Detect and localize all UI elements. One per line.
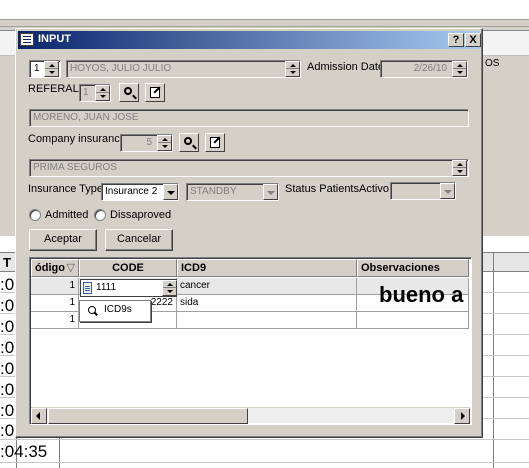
referral-doctor-field: MORENO, JUAN JOSE (29, 109, 469, 127)
background-time-cell: :0 (0, 275, 15, 294)
grid-cell-icd9[interactable]: cancer (177, 278, 357, 295)
code-cell-spinner[interactable] (162, 280, 177, 296)
background-time-cell: :0 (0, 421, 15, 440)
search-icon (124, 87, 132, 95)
background-time-cell: :0 (0, 296, 15, 315)
dialog-titlebar[interactable]: INPUT ? X (18, 31, 481, 49)
grid-header-icd9[interactable]: ICD9 (177, 259, 357, 277)
help-button[interactable]: ? (448, 33, 464, 47)
window-icon (20, 33, 34, 46)
company-insurance-label: Company insurance (28, 133, 126, 145)
search-icon (88, 306, 96, 314)
grid-header-observaciones[interactable]: Observaciones (357, 259, 469, 277)
admitted-radio[interactable] (29, 209, 41, 221)
insurance-type-label: Insurance Type (28, 183, 104, 195)
grid-header-codigo-label: ódigo (35, 262, 65, 274)
patient-name-field[interactable]: HOYOS, JULIO JULIO (66, 60, 301, 78)
code-cell-editor-value: 1111 (96, 282, 117, 293)
grid-cell-codigo[interactable]: 1 (31, 295, 79, 312)
accept-button[interactable]: Aceptar (29, 229, 97, 251)
patient-name-value: HOYOS, JULIO JULIO (70, 63, 172, 74)
icd9-lookup-popup[interactable]: ICD9s (79, 300, 151, 322)
admitted-radio-label[interactable]: Admitted (45, 209, 88, 221)
background-toolbar (0, 0, 529, 20)
referral-edit-button[interactable] (145, 83, 165, 102)
status-patients-value: Activo (359, 183, 389, 195)
referral-doctor-name: MORENO, JUAN JOSE (33, 112, 139, 123)
scroll-left-button[interactable] (31, 408, 47, 424)
background-time-cell: :0 (0, 380, 15, 399)
company-insurance-value: 5 (146, 137, 152, 148)
background-grid-column-line (493, 252, 494, 468)
standby-value: STANDBY (190, 186, 237, 197)
grid-cell-codigo[interactable]: 1 (31, 278, 79, 295)
dialog-title: INPUT (38, 33, 71, 45)
icd9-lookup-item[interactable]: ICD9s (104, 304, 132, 315)
background-time-cell: :0 (0, 401, 15, 420)
background-time-cell: :0 (0, 338, 15, 357)
company-name-spinner[interactable] (452, 160, 467, 176)
admission-date-value: 2/26/10 (413, 63, 447, 74)
observation-overflow-text: bueno a (379, 282, 464, 307)
standby-dropdown-button (263, 184, 278, 200)
background-time-cell: :04:35 (0, 442, 48, 461)
input-dialog: INPUT ? X 1 HOYOS, JULIO JULIO Admission… (15, 28, 483, 438)
edit-icon (210, 137, 220, 148)
company-name-field: PRIMA SEGUROS (29, 159, 469, 177)
admission-date-label: Admission Date (307, 61, 385, 73)
document-icon (83, 282, 92, 294)
scroll-thumb[interactable] (48, 408, 248, 424)
background-grid-row-line (0, 462, 529, 463)
insurance-type-dropdown-button[interactable] (163, 184, 178, 200)
close-button[interactable]: X (465, 33, 481, 47)
company-edit-button[interactable] (205, 133, 225, 152)
grid-header-codigo[interactable]: ódigo ▽ (31, 259, 79, 277)
disapproved-radio-label[interactable]: Dissaproved (110, 209, 171, 221)
insurance-type-selected: Insurance 2 (105, 186, 158, 197)
search-icon (184, 137, 192, 145)
scroll-right-button[interactable] (454, 408, 470, 424)
patient-name-spinner[interactable] (285, 61, 300, 77)
background-time-cell: :0 (0, 317, 15, 336)
status-patients-dropdown-button (440, 183, 455, 199)
company-search-button[interactable] (179, 133, 199, 152)
referral-search-button[interactable] (119, 83, 139, 102)
grid-header-code[interactable]: CODE (79, 259, 177, 277)
grid-horizontal-scrollbar[interactable] (31, 407, 470, 424)
status-patients-label: Status Patients (285, 183, 359, 195)
sort-filter-icon: ▽ (66, 262, 75, 274)
code-cell-editor[interactable]: 1111 (80, 279, 177, 297)
background-divider (0, 26, 529, 27)
background-grid-row-line (0, 439, 529, 440)
patient-index-value: 1 (34, 63, 40, 74)
cancel-button[interactable]: Cancelar (105, 229, 173, 251)
referral-label: REFERALL (28, 83, 85, 95)
company-name-value: PRIMA SEGUROS (33, 162, 117, 173)
patient-index-spinner[interactable] (44, 61, 59, 77)
grid-cell-codigo[interactable]: 1 (31, 312, 79, 329)
background-time-cell: :0 (0, 359, 15, 378)
company-insurance-spinner[interactable] (157, 135, 172, 151)
referral-spinner[interactable] (95, 85, 110, 101)
background-side-text: OS (485, 58, 500, 69)
grid-cell-icd9[interactable]: sida (177, 295, 357, 312)
referral-value: 1 (83, 87, 89, 98)
disapproved-radio[interactable] (94, 209, 106, 221)
admission-date-spinner[interactable] (452, 61, 467, 77)
grid-cell-observaciones[interactable] (357, 312, 469, 329)
grid-cell-icd9[interactable] (177, 312, 357, 329)
background-grid-header-label: T (3, 255, 11, 270)
edit-icon (150, 87, 160, 98)
